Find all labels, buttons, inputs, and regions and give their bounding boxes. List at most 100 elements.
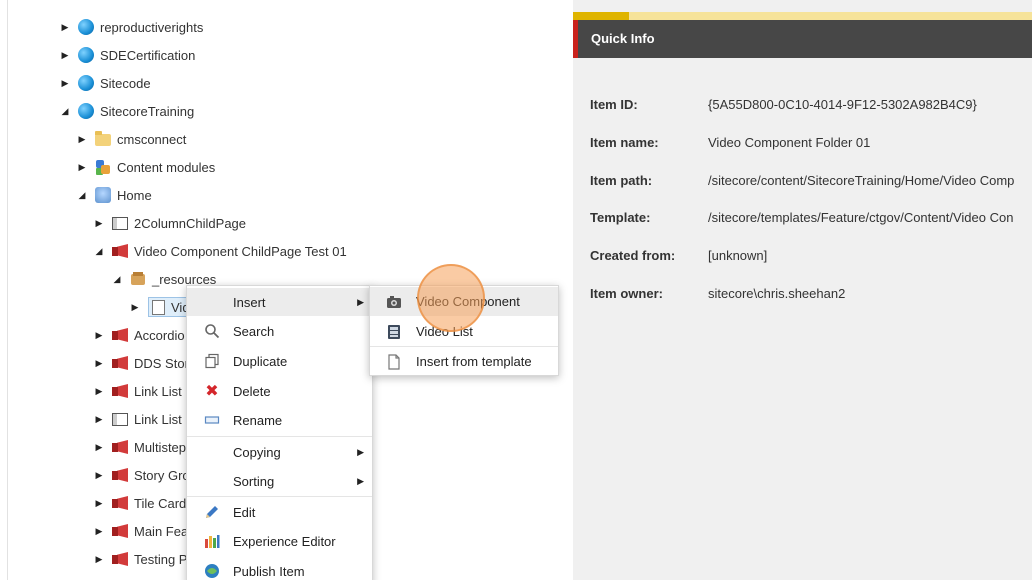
info-value[interactable]: /sitecore/templates/Feature/ctgov/Conten… xyxy=(708,210,1013,225)
collapse-arrow-icon[interactable]: ◢ xyxy=(75,188,89,202)
menu-item-copying[interactable]: Copying ▶ xyxy=(187,438,372,466)
tree-item-dds-story[interactable]: ▶ DDS Stor xyxy=(92,351,189,375)
expand-arrow-icon[interactable]: ▶ xyxy=(75,132,89,146)
top-accent-bar xyxy=(573,12,1032,20)
submenu-item-video-component[interactable]: Video Component xyxy=(370,287,558,316)
globe-icon xyxy=(78,103,94,119)
info-label: Created from: xyxy=(590,247,676,263)
menu-item-insert[interactable]: Insert ▶ xyxy=(187,288,372,316)
globe-icon xyxy=(78,19,94,35)
tree-item-video-folder-selected[interactable]: ▶ Vid xyxy=(128,295,194,319)
info-label: Item name: xyxy=(590,134,659,150)
submenu-item-insert-from-template[interactable]: Insert from template xyxy=(370,347,558,376)
menu-item-label: Delete xyxy=(233,383,271,399)
tree-item-2columnchildpage[interactable]: ▶ 2ColumnChildPage xyxy=(92,211,246,235)
red-flag-icon xyxy=(112,327,128,343)
duplicate-icon xyxy=(203,352,221,370)
red-flag-icon xyxy=(112,439,128,455)
tree-item-sdecertification[interactable]: ▶ SDECertification xyxy=(58,43,195,67)
expand-arrow-icon[interactable]: ▶ xyxy=(58,76,72,90)
menu-item-label: Edit xyxy=(233,504,256,520)
home-icon xyxy=(95,187,111,203)
video-camera-icon xyxy=(386,294,402,310)
expand-arrow-icon[interactable]: ▶ xyxy=(92,384,106,398)
box-icon xyxy=(130,271,146,287)
tree-item-home[interactable]: ◢ Home xyxy=(75,183,152,207)
tree-item-story-group[interactable]: ▶ Story Gro xyxy=(92,463,190,487)
info-label: Template: xyxy=(590,209,651,225)
publish-icon xyxy=(203,562,221,580)
collapse-arrow-icon[interactable]: ◢ xyxy=(58,104,72,118)
menu-item-duplicate[interactable]: Duplicate xyxy=(187,347,372,375)
rename-icon xyxy=(203,411,221,429)
expand-arrow-icon[interactable]: ▶ xyxy=(58,48,72,62)
expand-arrow-icon[interactable]: ▶ xyxy=(92,468,106,482)
expand-arrow-icon[interactable]: ▶ xyxy=(92,496,106,510)
submenu-item-video-list[interactable]: Video List xyxy=(370,317,558,346)
tree-item-label: DDS Stor xyxy=(134,355,189,371)
menu-separator xyxy=(187,436,372,437)
menu-item-rename[interactable]: Rename xyxy=(187,406,372,434)
expand-arrow-icon[interactable]: ▶ xyxy=(92,524,106,538)
info-value[interactable]: [unknown] xyxy=(708,248,767,263)
menu-item-delete[interactable]: ✖ Delete xyxy=(187,377,372,405)
expand-arrow-icon[interactable]: ▶ xyxy=(75,160,89,174)
tree-item-tile-card[interactable]: ▶ Tile Card xyxy=(92,491,187,515)
expand-arrow-icon[interactable]: ▶ xyxy=(92,328,106,342)
menu-item-label: Publish Item xyxy=(233,563,305,579)
expand-arrow-icon[interactable]: ▶ xyxy=(92,552,106,566)
tree-item-reproductiverights[interactable]: ▶ reproductiverights xyxy=(58,15,203,39)
expand-arrow-icon[interactable]: ▶ xyxy=(58,20,72,34)
expand-arrow-icon[interactable]: ▶ xyxy=(128,300,142,314)
collapse-arrow-icon[interactable]: ◢ xyxy=(92,244,106,258)
menu-item-label: Experience Editor xyxy=(233,533,336,549)
quick-info-title: Quick Info xyxy=(591,31,655,46)
expand-arrow-icon[interactable]: ▶ xyxy=(92,216,106,230)
tree-item-label: Link List xyxy=(134,383,182,399)
tree-item-label: Testing P xyxy=(134,551,188,567)
submenu-arrow-icon: ▶ xyxy=(357,446,364,457)
expand-arrow-icon[interactable]: ▶ xyxy=(92,356,106,370)
tree-item-sitecode[interactable]: ▶ Sitecode xyxy=(58,71,151,95)
quick-info-header[interactable]: Quick Info xyxy=(573,20,1032,58)
globe-icon xyxy=(78,47,94,63)
info-value[interactable]: {5A55D800-0C10-4014-9F12-5302A982B4C9} xyxy=(708,97,977,112)
document-icon xyxy=(386,353,402,370)
page-icon xyxy=(112,413,128,426)
tree-item-label: Link List xyxy=(134,411,182,427)
red-flag-icon xyxy=(112,243,128,259)
submenu-item-label: Video Component xyxy=(416,294,520,309)
info-row-item-owner: Item owner: sitecore\chris.sheehan2 xyxy=(590,283,845,303)
menu-item-experience-editor[interactable]: Experience Editor xyxy=(187,527,372,555)
tree-item-label: reproductiverights xyxy=(100,19,204,35)
insert-submenu: Video Component Video List Insert from t… xyxy=(369,285,559,376)
tree-item-main-feature[interactable]: ▶ Main Fea xyxy=(92,519,189,543)
tree-item-label: Content modules xyxy=(117,159,216,175)
video-list-icon xyxy=(386,324,402,340)
tree-item-content-modules[interactable]: ▶ Content modules xyxy=(75,155,216,179)
red-flag-icon xyxy=(112,467,128,483)
red-flag-icon xyxy=(112,551,128,567)
collapse-arrow-icon[interactable]: ◢ xyxy=(110,272,124,286)
red-flag-icon xyxy=(112,495,128,511)
tree-item-multistep[interactable]: ▶ Multistep xyxy=(92,435,187,459)
tree-item-link-list-1[interactable]: ▶ Link List xyxy=(92,379,182,403)
tree-item-sitecoretraining[interactable]: ◢ SitecoreTraining xyxy=(58,99,194,123)
info-value[interactable]: Video Component Folder 01 xyxy=(708,135,870,150)
tree-item-video-component-childpage[interactable]: ◢ Video Component ChildPage Test 01 xyxy=(92,239,347,263)
modules-icon xyxy=(95,159,111,175)
menu-item-publish-item[interactable]: Publish Item xyxy=(187,557,372,580)
info-value[interactable]: sitecore\chris.sheehan2 xyxy=(708,286,845,301)
expand-arrow-icon[interactable]: ▶ xyxy=(92,412,106,426)
globe-icon xyxy=(78,75,94,91)
menu-item-search[interactable]: Search xyxy=(187,317,372,345)
expand-arrow-icon[interactable]: ▶ xyxy=(92,440,106,454)
tree-item-testing-page[interactable]: ▶ Testing P xyxy=(92,547,188,571)
tree-item-cmsconnect[interactable]: ▶ cmsconnect xyxy=(75,127,186,151)
info-value[interactable]: /sitecore/content/SitecoreTraining/Home/… xyxy=(708,173,1014,188)
tree-item-accordion[interactable]: ▶ Accordio xyxy=(92,323,185,347)
tree-item-label: Video Component ChildPage Test 01 xyxy=(134,243,347,259)
tree-item-link-list-2[interactable]: ▶ Link List xyxy=(92,407,182,431)
menu-item-sorting[interactable]: Sorting ▶ xyxy=(187,467,372,495)
menu-item-edit[interactable]: Edit xyxy=(187,498,372,526)
